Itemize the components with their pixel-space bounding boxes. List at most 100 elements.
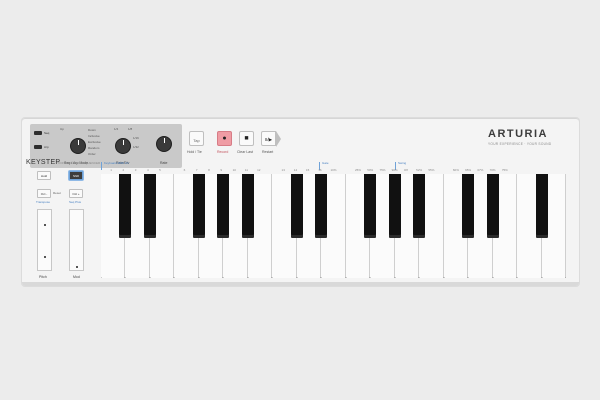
key-function-label: 60% (452, 168, 459, 172)
key-function-label: Off (403, 168, 408, 172)
hold-button[interactable]: Hold (37, 171, 51, 180)
black-key[interactable] (462, 174, 475, 238)
octave-down-button[interactable]: Oct - (37, 189, 51, 198)
sync-switch[interactable] (34, 145, 42, 149)
clear-last-label: Clear Last (237, 150, 253, 154)
pitch-strip[interactable] (37, 209, 52, 271)
switch-label-arp: Arp (44, 145, 49, 149)
record-icon: ● (222, 135, 227, 142)
octave-up-button[interactable]: Oct + (69, 189, 83, 198)
hold-tie-label: Hold / Tie (187, 150, 202, 154)
key-function-label: 55% (428, 168, 435, 172)
rate-div-knob[interactable] (116, 139, 130, 153)
mode-option-up: Up (60, 127, 64, 131)
key-function-label: 10 (232, 168, 236, 172)
black-key[interactable] (388, 174, 401, 238)
mode-option-down: Down (88, 128, 96, 132)
transpose-label: Transpose (36, 200, 51, 204)
key-function-label: 13 (281, 168, 285, 172)
seq-arp-mode-knob[interactable] (71, 139, 85, 153)
mode-option-inclusive: Inclusive (88, 134, 100, 138)
octave-down-label: Oct - (40, 192, 48, 196)
key-function-label: 4 (146, 168, 149, 172)
key-function-label: 75% (379, 168, 386, 172)
key-function-label: 6 (183, 168, 186, 172)
black-key[interactable] (413, 174, 426, 238)
hold-button-label: Hold (40, 174, 48, 178)
play-pause-button[interactable]: II/▶ (261, 131, 276, 146)
shift-button-label: Shift (72, 174, 79, 178)
black-key[interactable] (364, 174, 377, 238)
rate-option-1-4: 1/4 (114, 127, 119, 131)
black-key[interactable] (192, 174, 205, 238)
mode-option-random: Random (88, 146, 100, 150)
keyboard (101, 174, 566, 278)
swing-label: Swing (398, 161, 407, 165)
hold-tie-button[interactable]: Tap (189, 131, 204, 146)
key-function-label: 70% (489, 168, 496, 172)
pitch-strip-marker-bottom (44, 256, 46, 258)
mode-option-order: Order (88, 152, 96, 156)
black-key[interactable] (217, 174, 230, 238)
mod-strip-marker (76, 266, 78, 268)
key-function-label: 10% (330, 168, 337, 172)
brand-tagline: YOUR EXPERIENCE · YOUR SOUND (488, 142, 552, 146)
device-bottom-edge (22, 282, 579, 286)
black-key[interactable] (486, 174, 499, 238)
key-function-label: 12 (257, 168, 261, 172)
pitch-label: Pitch (39, 275, 47, 279)
keyboard-label-row: Keyboard MIDI Ch Gate Swing 1 2 3 4 5 6 7 8 9 10 1… (101, 159, 566, 175)
key-function-label: 5 (159, 168, 161, 172)
play-pause-icon: II/▶ (264, 137, 273, 142)
mode-option-exclusive: Exclusive (88, 140, 101, 144)
pitch-strip-marker-top (44, 224, 46, 226)
midi-ch-section-marker (101, 162, 102, 170)
black-key[interactable] (241, 174, 254, 238)
key-function-label: 8 (208, 168, 210, 172)
key-function-label: 25% (354, 168, 361, 172)
mod-strip[interactable] (69, 209, 84, 271)
key-function-label: 16 (318, 168, 322, 172)
rate-option-1-16: 1/16 (133, 136, 139, 140)
black-key[interactable] (143, 174, 156, 238)
rate-knob[interactable] (157, 137, 171, 151)
mod-label: Mod (73, 275, 80, 279)
stop-button[interactable]: ■ (239, 131, 254, 146)
switch-label-seq: Seq (44, 131, 50, 135)
key-function-label: 14 (293, 168, 298, 172)
play-button-arrow-icon (276, 130, 281, 147)
key-function-label: 1 (110, 168, 112, 172)
black-key[interactable] (290, 174, 303, 238)
seq-arp-switch[interactable] (34, 131, 42, 135)
key-function-label: 52% (416, 168, 423, 172)
key-function-label: 7 (195, 168, 198, 172)
octave-up-label: Oct + (72, 192, 80, 196)
key-function-label: 15 (306, 168, 310, 172)
key-function-label: 65% (465, 168, 472, 172)
key-function-label: 50% (367, 168, 374, 172)
seq-plus-label: Seq Plus (69, 200, 82, 204)
model-subtitle: CONTROLLER · SEQUENCER (58, 161, 101, 165)
key-function-label: 90% (391, 168, 398, 172)
reset-label: Reset (53, 191, 61, 195)
restart-label: Restart (262, 150, 274, 154)
arturia-logo: ARTURIA (488, 128, 548, 140)
keystep-controller: Seq Arp Up Down Inclusive Exclusive Rand… (22, 118, 579, 286)
key-function-label: 67% (477, 168, 484, 172)
model-name: KEYSTEP (26, 159, 61, 166)
rate-option-1-32: 1/32 (133, 145, 139, 149)
key-function-label: 11 (244, 168, 248, 172)
shift-button[interactable]: Shift (69, 171, 83, 180)
record-button[interactable]: ● (217, 131, 232, 146)
record-label: Record (217, 150, 229, 154)
stop-icon: ■ (244, 135, 249, 142)
black-key[interactable] (119, 174, 132, 238)
black-key[interactable] (315, 174, 328, 238)
keyboard-midi-ch-label: Keyboard MIDI Ch (104, 161, 129, 165)
black-key[interactable] (535, 174, 548, 238)
key-function-label: 3 (134, 168, 137, 172)
gate-label: Gate (322, 161, 329, 165)
key-function-label: 2 (122, 168, 125, 172)
key-function-label: 75% (501, 168, 508, 172)
key-function-label: 9 (220, 168, 223, 172)
